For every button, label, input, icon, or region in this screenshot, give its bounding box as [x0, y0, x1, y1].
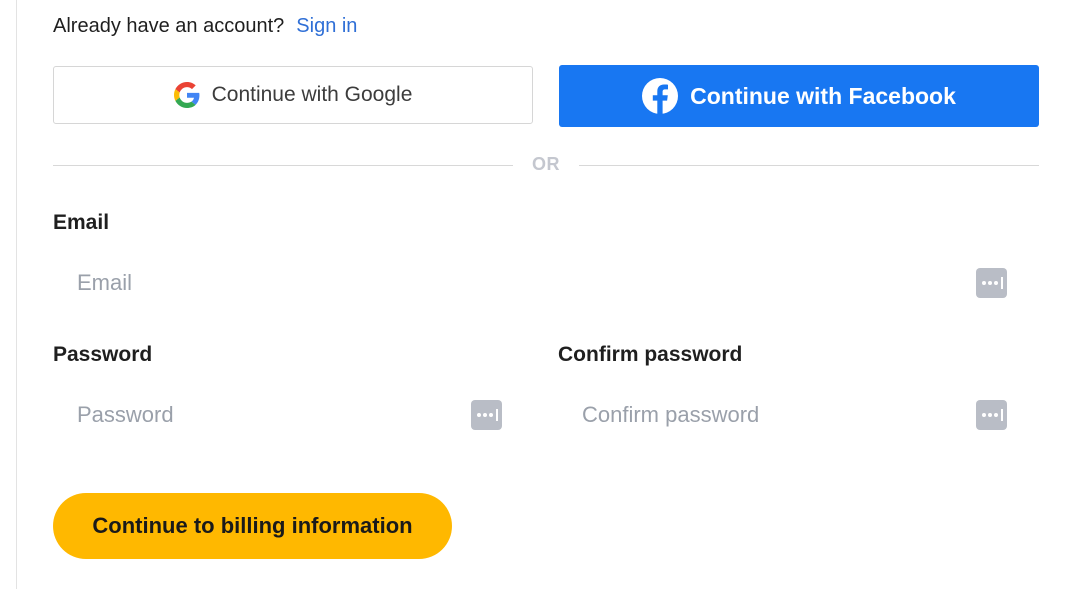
- continue-to-billing-button[interactable]: Continue to billing information: [53, 493, 452, 559]
- continue-with-facebook-button[interactable]: Continue with Facebook: [559, 65, 1039, 127]
- google-button-label: Continue with Google: [211, 83, 413, 106]
- continue-with-google-button[interactable]: Continue with Google: [53, 66, 533, 124]
- email-label: Email: [53, 211, 110, 234]
- confirm-password-input[interactable]: [582, 402, 976, 428]
- email-input[interactable]: [77, 270, 976, 296]
- password-input[interactable]: [77, 402, 471, 428]
- already-have-account-text: Already have an account?: [53, 14, 285, 37]
- signin-prompt-row: Already have an account? Sign in: [53, 12, 357, 40]
- sign-in-link[interactable]: Sign in: [296, 15, 357, 38]
- confirm-password-field-wrapper: [558, 387, 1039, 443]
- left-border: [16, 0, 17, 589]
- divider-line-right: [579, 165, 1039, 166]
- facebook-f-icon: [642, 78, 679, 114]
- divider-line-left: [53, 165, 513, 166]
- confirm-password-label: Confirm password: [558, 343, 743, 366]
- password-label: Password: [53, 343, 153, 366]
- password-field-wrapper: [53, 387, 534, 443]
- password-dots-icon[interactable]: [976, 268, 1007, 298]
- password-dots-icon[interactable]: [976, 400, 1007, 430]
- facebook-button-label: Continue with Facebook: [690, 82, 956, 109]
- email-field-wrapper: [53, 255, 1039, 311]
- google-g-icon: [173, 82, 200, 108]
- or-divider-text: OR: [532, 154, 560, 174]
- password-dots-icon[interactable]: [471, 400, 502, 430]
